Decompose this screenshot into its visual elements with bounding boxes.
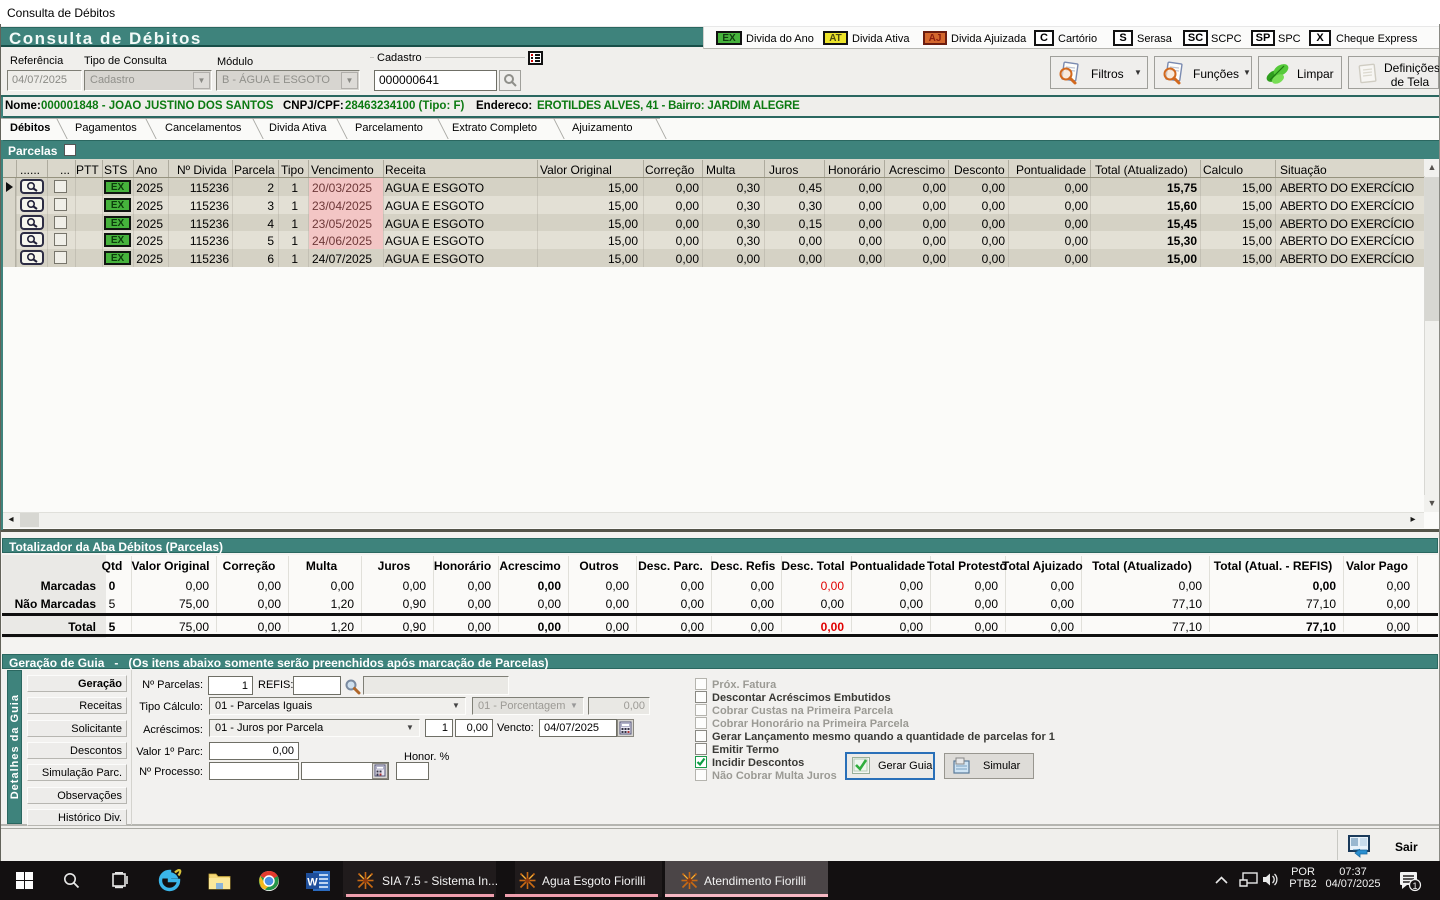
svg-text:1: 1 xyxy=(1412,881,1417,891)
svg-text:W: W xyxy=(307,877,318,889)
